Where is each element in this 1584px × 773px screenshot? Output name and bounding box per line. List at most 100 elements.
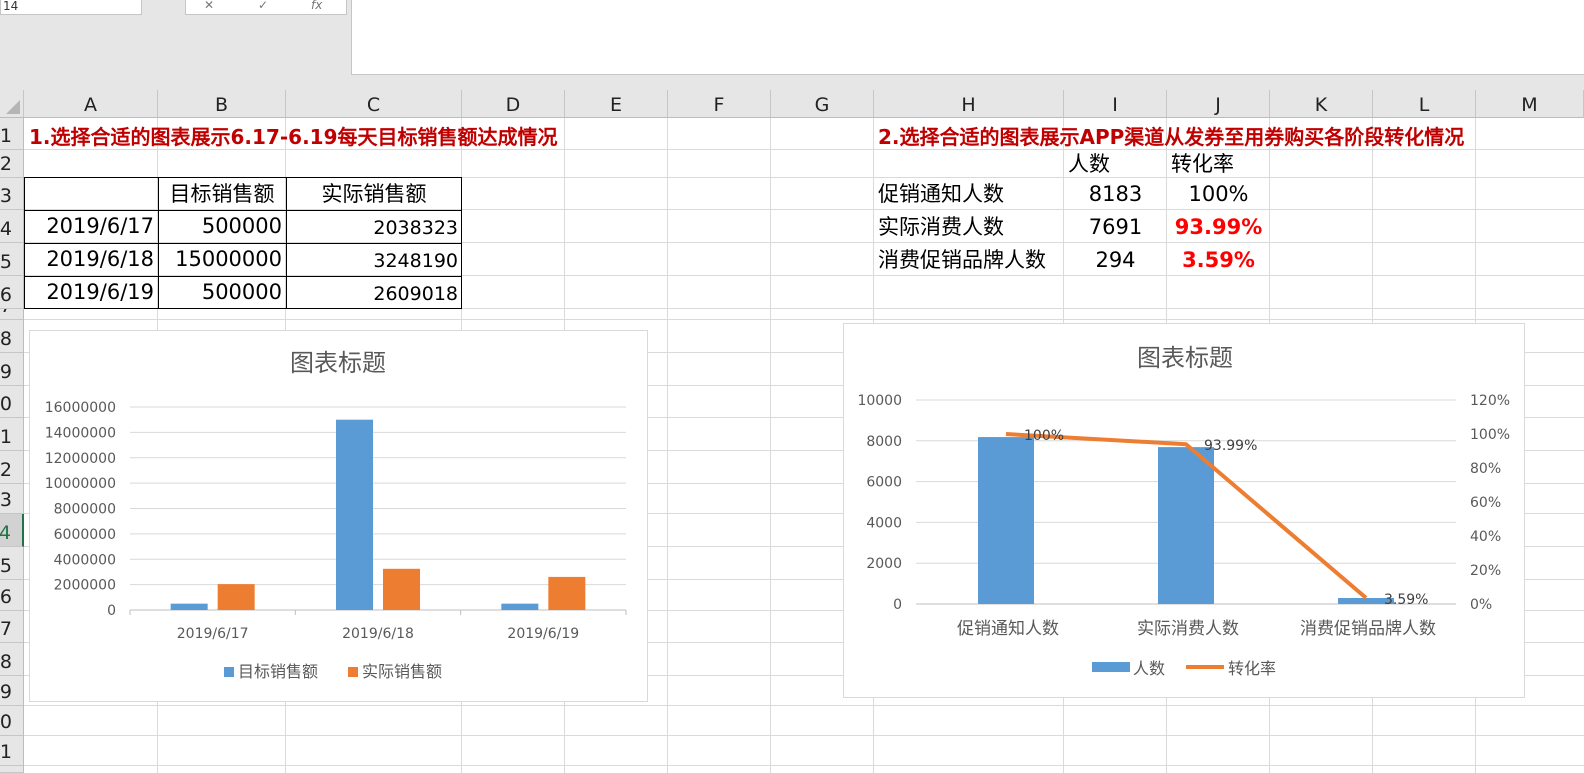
column-header-I[interactable]: I — [1064, 90, 1167, 118]
sales-table-header[interactable]: 实际销售额 — [286, 178, 462, 210]
sales-table-cell[interactable]: 2019/6/17 — [24, 210, 158, 243]
row-number: 4 — [0, 218, 12, 240]
conversion-table-cell[interactable]: 3.59% — [1167, 244, 1270, 277]
name-box[interactable]: 14 — [0, 0, 142, 15]
sales-table-cell[interactable]: 2038323 — [286, 210, 462, 243]
row-header-10[interactable]: 10 — [0, 386, 24, 418]
cancel-icon[interactable]: ✕ — [204, 0, 214, 11]
y2-tick-label: 100% — [1470, 427, 1510, 443]
sales-table-cell[interactable]: 3248190 — [286, 243, 462, 276]
column-header-K[interactable]: K — [1270, 90, 1373, 118]
row-header-6[interactable]: 6 — [0, 276, 24, 309]
row-header-22[interactable]: 22 — [0, 766, 24, 773]
gridline-row — [24, 735, 1584, 736]
row-header-9[interactable]: 9 — [0, 353, 24, 386]
column-header-M[interactable]: M — [1476, 90, 1584, 118]
sales-table-cell[interactable]: 500000 — [158, 210, 286, 243]
column-header-F[interactable]: F — [668, 90, 771, 118]
row-number: 2 — [0, 153, 12, 175]
conversion-table-cell[interactable]: 8183 — [1064, 178, 1167, 211]
conversion-table-header[interactable]: 转化率 — [1171, 150, 1274, 178]
conversion-table-cell[interactable]: 实际消费人数 — [874, 211, 1064, 244]
sales-table-cell[interactable]: 500000 — [158, 276, 286, 309]
row-number: 6 — [0, 284, 12, 306]
row-header-13[interactable]: 13 — [0, 484, 24, 514]
column-header-B[interactable]: B — [158, 90, 286, 118]
row-header-8[interactable]: 8 — [0, 320, 24, 353]
bar-目标销售额 — [501, 603, 539, 610]
conversion-table-cell[interactable]: 100% — [1167, 178, 1270, 211]
conversion-table-cell[interactable]: 93.99% — [1167, 211, 1270, 244]
row-number: 3 — [0, 185, 12, 207]
row-header-21[interactable]: 21 — [0, 736, 24, 766]
fx-icon[interactable]: fx — [311, 0, 322, 11]
y-tick-label: 8000 — [866, 434, 902, 450]
row-number: 12 — [0, 459, 12, 481]
row-header-12[interactable]: 12 — [0, 451, 24, 484]
sales-table-cell[interactable]: 2019/6/19 — [24, 276, 158, 309]
task2-title: 2.选择合适的图表展示APP渠道从发券至用券购买各阶段转化情况 — [878, 125, 1465, 149]
row-number: 11 — [0, 426, 12, 448]
data-label: 3.59% — [1384, 592, 1428, 608]
bar-目标销售额 — [170, 603, 208, 610]
column-header-A[interactable]: A — [24, 90, 158, 118]
column-header-E[interactable]: E — [565, 90, 668, 118]
row-number: 20 — [0, 711, 12, 733]
bar-人数 — [1158, 447, 1214, 604]
enter-icon[interactable]: ✓ — [258, 0, 268, 11]
row-number: 14 — [0, 522, 11, 544]
y-tick-label: 10000 — [857, 393, 902, 409]
conversion-table-header[interactable]: 人数 — [1068, 150, 1171, 178]
row-header-14[interactable]: 14 — [0, 514, 24, 547]
conversion-table-cell[interactable]: 促销通知人数 — [874, 178, 1064, 211]
row-header-7[interactable]: 7 — [0, 309, 24, 320]
y2-tick-label: 60% — [1470, 495, 1501, 511]
row-header-2[interactable]: 2 — [0, 150, 24, 178]
column-header-C[interactable]: C — [286, 90, 462, 118]
sales-table-cell[interactable]: 2609018 — [286, 276, 462, 309]
row-header-11[interactable]: 11 — [0, 418, 24, 451]
conversion-chart[interactable]: 图表标题 0 2000 4000 6000 8000 10000 0% 20% 40% 60% 80%… — [843, 323, 1525, 698]
sales-table-header[interactable] — [24, 178, 158, 210]
row-header-1[interactable]: 1 — [0, 118, 24, 150]
row-header-3[interactable]: 3 — [0, 178, 24, 210]
row-number: 19 — [0, 681, 12, 703]
row-number: 21 — [0, 741, 12, 763]
row-header-15[interactable]: 15 — [0, 547, 24, 580]
conversion-table-cell[interactable]: 294 — [1064, 244, 1167, 277]
bar-实际销售额 — [217, 584, 255, 610]
x-tick-label: 消费促销品牌人数 — [1300, 619, 1436, 639]
row-header-18[interactable]: 18 — [0, 643, 24, 676]
select-all-button[interactable] — [0, 90, 24, 118]
row-number: 18 — [0, 651, 12, 673]
row-header-4[interactable]: 4 — [0, 210, 24, 243]
sales-table-cell[interactable]: 2019/6/18 — [24, 243, 158, 276]
row-header-17[interactable]: 17 — [0, 611, 24, 643]
conversion-table-cell[interactable]: 7691 — [1064, 211, 1167, 244]
bar-人数 — [978, 437, 1034, 604]
y-tick-label: 2000000 — [54, 578, 116, 594]
sales-table-cell[interactable]: 15000000 — [158, 243, 286, 276]
row-header-16[interactable]: 16 — [0, 580, 24, 611]
row-number: 10 — [0, 393, 12, 415]
conversion-table-cell[interactable]: 消费促销品牌人数 — [874, 244, 1064, 277]
row-header-20[interactable]: 20 — [0, 706, 24, 736]
column-header-G[interactable]: G — [771, 90, 874, 118]
y-tick-label: 16000000 — [45, 400, 116, 416]
sales-chart[interactable]: 图表标题 0 2000000 4000000 6000000 8000000 1000000… — [29, 330, 648, 702]
legend-label: 转化率 — [1228, 659, 1276, 678]
formula-input[interactable] — [351, 0, 1584, 75]
x-tick-label: 实际消费人数 — [1137, 619, 1239, 639]
row-number: 7 — [0, 309, 12, 317]
sales-chart-svg: 图表标题 0 2000000 4000000 6000000 8000000 1000000… — [45, 349, 627, 681]
column-header-L[interactable]: L — [1373, 90, 1476, 118]
row-header-5[interactable]: 5 — [0, 243, 24, 276]
row-number: 17 — [0, 618, 12, 640]
column-header-D[interactable]: D — [462, 90, 565, 118]
row-number: 22 — [0, 766, 12, 770]
row-header-19[interactable]: 19 — [0, 676, 24, 706]
sales-table-header[interactable]: 目标销售额 — [158, 178, 286, 210]
y-tick-label: 4000000 — [54, 552, 116, 568]
column-header-J[interactable]: J — [1167, 90, 1270, 118]
column-header-H[interactable]: H — [874, 90, 1064, 118]
